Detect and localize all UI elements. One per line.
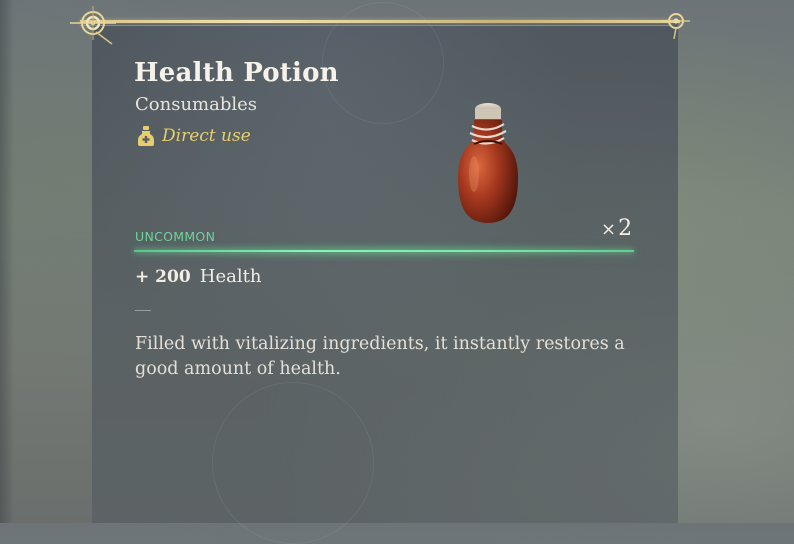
health-potion-bottle-icon <box>458 103 518 223</box>
quantity-prefix: × <box>601 219 617 240</box>
rarity-bar <box>134 250 634 252</box>
background-shade <box>0 0 14 523</box>
item-name: Health Potion <box>134 58 339 88</box>
stat-value: + 200 <box>135 267 191 287</box>
item-category: Consumables <box>135 94 258 115</box>
item-quantity: ×2 <box>601 216 632 241</box>
use-type-row: Direct use <box>137 124 251 148</box>
section-divider <box>135 310 151 311</box>
quantity-value: 2 <box>618 216 633 241</box>
frame-top-gold-line <box>80 20 680 23</box>
frame-ornament-left-icon <box>70 6 116 45</box>
item-description: Filled with vitalizing ingredients, it i… <box>135 334 625 379</box>
potion-bottle-icon <box>138 126 154 146</box>
panel-decor-ring <box>212 382 374 544</box>
frame-ornament-right-icon <box>662 13 690 40</box>
stat-row: + 200 Health <box>135 266 261 287</box>
stat-label: Health <box>199 266 262 287</box>
use-type-label: Direct use <box>162 126 251 146</box>
frame-top-thin-line <box>80 25 670 26</box>
